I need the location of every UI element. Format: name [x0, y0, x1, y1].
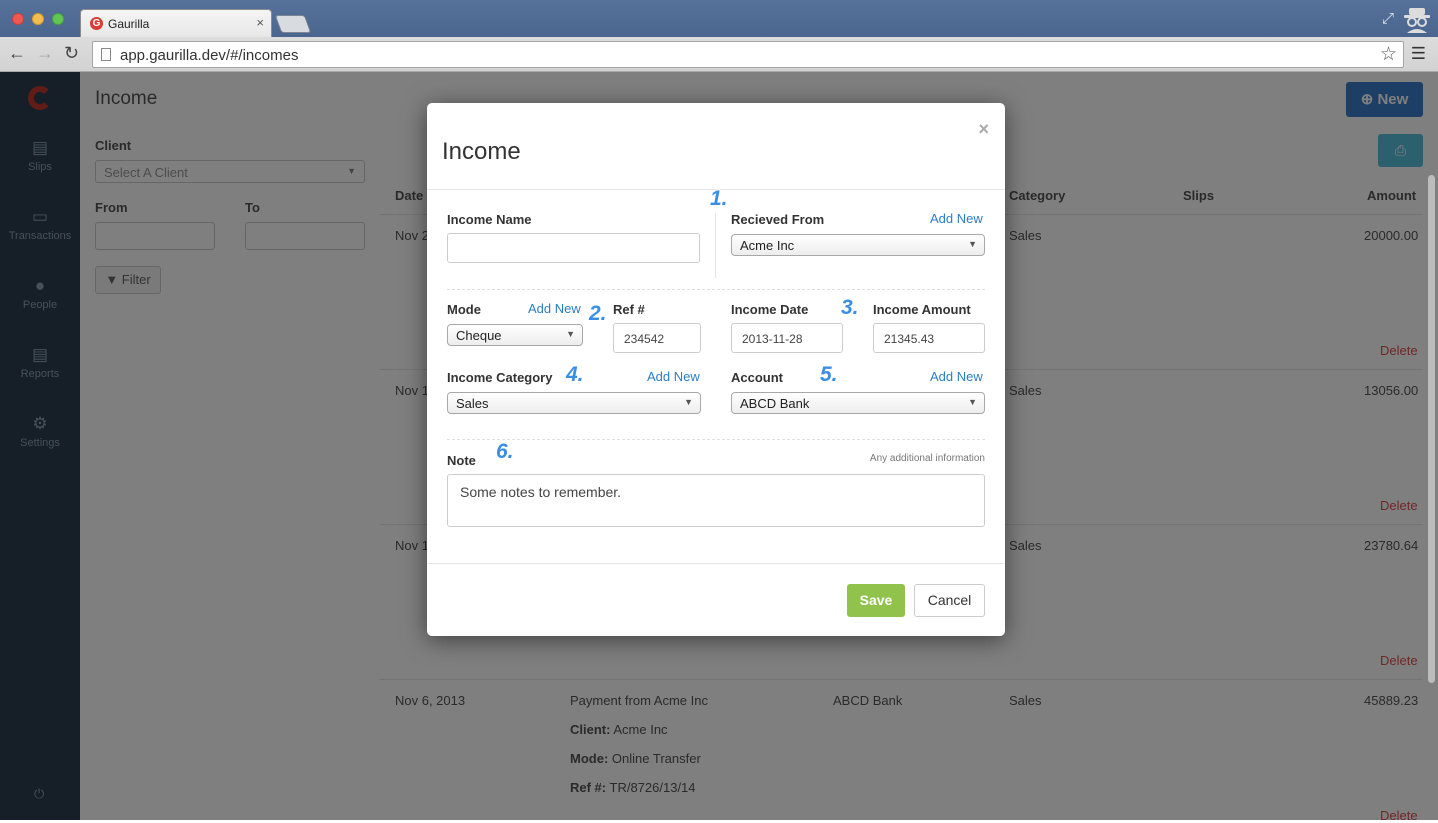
note-hint: Any additional information	[869, 453, 985, 464]
annotation-marker-2: 2.	[589, 302, 607, 325]
browser-toolbar: ← → ↻ app.gaurilla.dev/#/incomes ☆ ☰	[0, 37, 1438, 72]
note-textarea[interactable]: Some notes to remember.	[447, 474, 985, 527]
account-select[interactable]: ABCD Bank ▼	[731, 392, 985, 414]
reload-icon[interactable]: ↻	[64, 43, 79, 64]
income-category-label: Income Category	[447, 370, 553, 385]
income-amount-label: Income Amount	[873, 302, 971, 317]
page-scrollbar[interactable]	[1428, 175, 1435, 683]
chevron-down-icon: ▼	[566, 329, 575, 339]
bookmark-star-icon[interactable]: ☆	[1380, 43, 1397, 66]
ref-label: Ref #	[613, 302, 645, 317]
income-category-value: Sales	[456, 396, 489, 411]
annotation-marker-4: 4.	[566, 363, 584, 386]
income-category-select[interactable]: Sales ▼	[447, 392, 701, 414]
income-date-label: Income Date	[731, 302, 809, 317]
browser-menu-icon[interactable]: ☰	[1411, 44, 1426, 64]
url-text[interactable]: app.gaurilla.dev/#/incomes	[120, 47, 298, 64]
chevron-down-icon: ▼	[968, 397, 977, 407]
forward-arrow-icon[interactable]: →	[36, 43, 54, 64]
mode-add-new-link[interactable]: Add New	[528, 301, 581, 316]
fullscreen-icon[interactable]: ⤢	[1382, 10, 1394, 27]
save-button[interactable]: Save	[847, 584, 905, 617]
tab-title: Gaurilla	[108, 17, 150, 31]
address-bar[interactable]: app.gaurilla.dev/#/incomes ☆	[92, 41, 1404, 68]
incognito-icon	[1404, 8, 1430, 33]
received-from-value: Acme Inc	[740, 238, 795, 253]
modal-footer-divider	[427, 563, 1005, 564]
gaurilla-favicon-icon: G	[90, 17, 103, 30]
minimize-window-icon[interactable]	[32, 13, 44, 25]
income-date-input[interactable]: 2013-11-28	[731, 323, 843, 353]
account-value: ABCD Bank	[740, 396, 810, 411]
zoom-window-icon[interactable]	[52, 13, 64, 25]
annotation-marker-6: 6.	[496, 440, 514, 463]
income-name-label: Income Name	[447, 212, 532, 227]
page-icon	[101, 48, 111, 61]
received-from-select[interactable]: Acme Inc ▼	[731, 234, 985, 256]
modal-close-icon[interactable]: ×	[978, 119, 989, 140]
received-from-add-new-link[interactable]: Add New	[930, 211, 983, 226]
income-category-add-new-link[interactable]: Add New	[647, 369, 700, 384]
ref-input[interactable]: 234542	[613, 323, 701, 353]
tab-bar: G Gaurilla × ⤢	[0, 0, 1438, 37]
tab-close-icon[interactable]: ×	[256, 15, 264, 30]
account-add-new-link[interactable]: Add New	[930, 369, 983, 384]
annotation-marker-3: 3.	[841, 296, 859, 319]
section-divider	[447, 289, 985, 290]
chevron-down-icon: ▼	[684, 397, 693, 407]
mode-label: Mode	[447, 302, 481, 317]
back-arrow-icon[interactable]: ←	[8, 43, 26, 64]
browser-tab[interactable]: G Gaurilla ×	[80, 9, 272, 37]
annotation-marker-5: 5.	[820, 363, 838, 386]
mode-value: Cheque	[456, 328, 502, 343]
received-from-label: Recieved From	[731, 212, 825, 227]
annotation-marker-1: 1.	[710, 187, 728, 210]
modal-title: Income	[442, 138, 521, 165]
cancel-button[interactable]: Cancel	[914, 584, 985, 617]
section-divider	[447, 439, 985, 440]
browser-chrome: G Gaurilla × ⤢ ← → ↻ app.gaurilla.dev/#/…	[0, 0, 1438, 72]
income-name-input[interactable]	[447, 233, 700, 263]
account-label: Account	[731, 370, 783, 385]
income-modal: Income × Income Name Recieved From Add N…	[427, 103, 1005, 636]
chevron-down-icon: ▼	[968, 239, 977, 249]
mode-select[interactable]: Cheque ▼	[447, 324, 583, 346]
column-divider	[715, 213, 716, 278]
new-tab-button[interactable]	[274, 15, 312, 33]
income-amount-input[interactable]: 21345.43	[873, 323, 985, 353]
note-label: Note	[447, 453, 476, 468]
close-window-icon[interactable]	[12, 13, 24, 25]
